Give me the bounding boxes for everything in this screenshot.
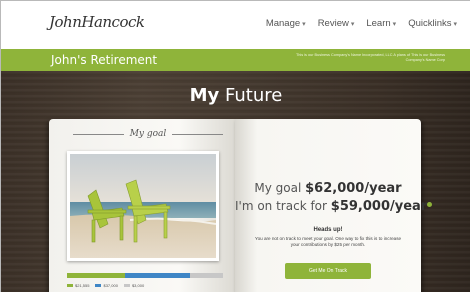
right-page: My goal $62,000/year I'm on track for $5… (235, 119, 433, 292)
goal-label: My goal (73, 129, 223, 139)
legend-value: $3,000 (131, 283, 145, 288)
progress-segment-gray (190, 273, 223, 278)
goal-prefix: My goal (254, 181, 306, 195)
nav-quicklinks-label: Quicklinks (408, 18, 452, 29)
open-book: My goal $21,555 $37,000 $3,000 My goal $… (49, 115, 433, 292)
legend-swatch (123, 284, 130, 287)
progress-segment-blue (124, 273, 191, 278)
beach-chairs-photo (67, 151, 219, 261)
banner-fineprint: This is our Business Company's Name Inco… (295, 53, 445, 62)
legend-item: $21,555 (67, 283, 89, 288)
nav-quicklinks[interactable]: Quicklinks ▾ (408, 18, 457, 29)
legend-item: $37,000 (95, 283, 118, 288)
nav-manage[interactable]: Manage ▾ (266, 18, 306, 29)
nav-learn[interactable]: Learn ▾ (366, 18, 396, 29)
divider (73, 133, 124, 135)
track-value: $59,000/year (330, 199, 428, 214)
nav-review[interactable]: Review ▾ (318, 18, 355, 29)
divider (172, 133, 223, 135)
chevron-down-icon: ▾ (392, 20, 397, 28)
savings-progress-bar (67, 273, 223, 278)
beach-scene-illustration (70, 154, 216, 258)
page-title-rest: Future (219, 85, 283, 106)
goal-value: $62,000/year (305, 181, 402, 196)
legend-swatch (67, 284, 73, 287)
get-me-on-track-button[interactable]: Get Me On Track (285, 263, 371, 279)
nav-review-label: Review (317, 18, 349, 29)
goal-label-text: My goal (129, 129, 167, 139)
chevron-down-icon: ▾ (453, 20, 457, 28)
track-prefix: I'm on track for (235, 199, 331, 213)
banner-title: John's Retirement (51, 53, 158, 67)
nav-manage-label: Manage (265, 18, 301, 29)
page-title: My Future (1, 85, 470, 106)
john-hancock-logo[interactable]: JohnHancock (49, 13, 145, 31)
left-page: My goal $21,555 $37,000 $3,000 (49, 119, 235, 292)
advice-text: You are not on track to meet your goal. … (254, 236, 402, 247)
progress-segment-green (67, 273, 125, 278)
goal-statement: My goal $62,000/year (235, 181, 421, 196)
top-header: JohnHancock Manage ▾ Review ▾ Learn ▾ Qu… (1, 1, 470, 53)
retirement-banner: John's Retirement This is our Business C… (1, 49, 470, 71)
legend-swatch (95, 284, 102, 287)
chevron-down-icon: ▾ (302, 20, 306, 28)
nav-learn-label: Learn (366, 18, 391, 29)
page-title-bold: My (189, 85, 220, 106)
legend-value: $21,555 (75, 283, 90, 288)
chevron-down-icon: ▾ (350, 20, 355, 28)
progress-legend: $21,555 $37,000 $3,000 (67, 283, 223, 288)
legend-value: $37,000 (103, 283, 118, 288)
legend-item: $3,000 (123, 283, 145, 288)
track-statement: I'm on track for $59,000/year (235, 199, 433, 214)
heads-up-title: Heads up! (313, 227, 343, 233)
main-nav: Manage ▾ Review ▾ Learn ▾ Quicklinks ▾ (266, 18, 457, 29)
